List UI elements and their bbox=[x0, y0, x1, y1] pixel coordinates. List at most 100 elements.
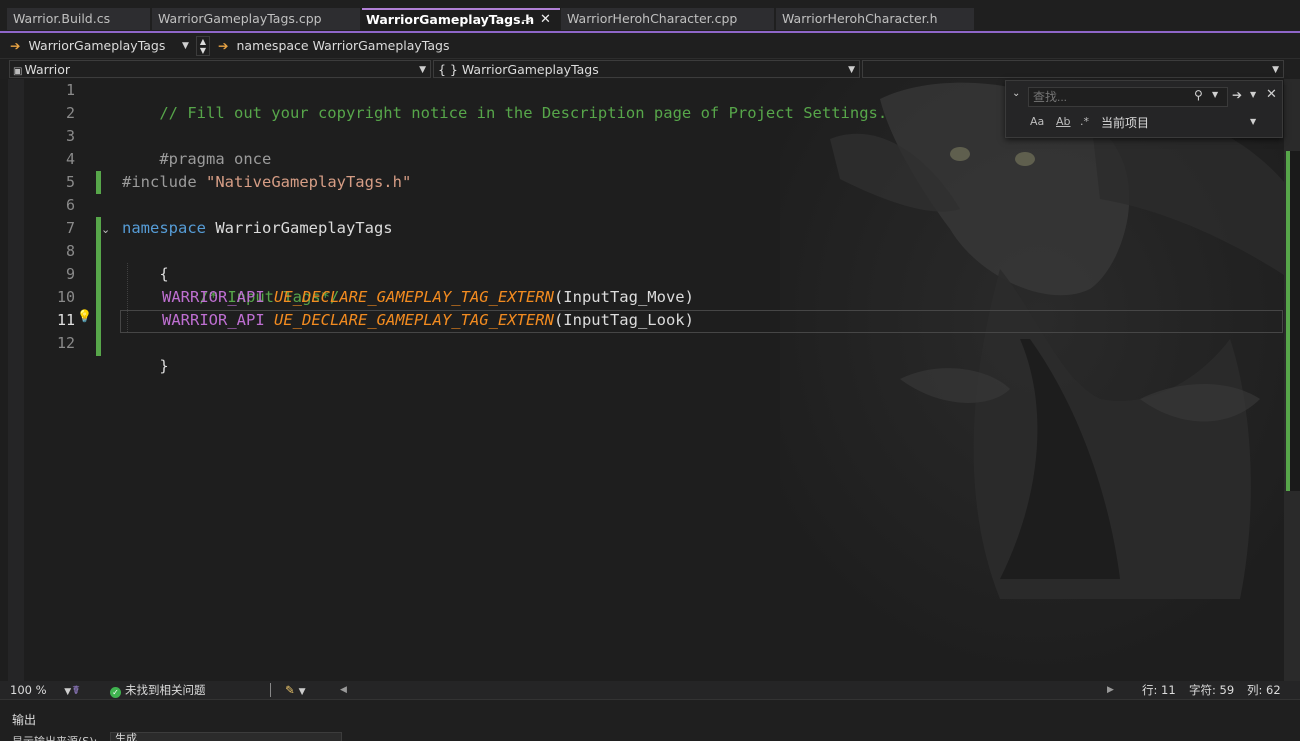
check-icon: ✓ bbox=[110, 687, 121, 698]
change-indicator bbox=[96, 171, 101, 194]
copilot-icon[interactable]: ☤ bbox=[72, 681, 80, 699]
code-line-12[interactable]: } bbox=[122, 332, 169, 401]
zoom-label: 100 % bbox=[10, 683, 47, 697]
project-icon: ▣ bbox=[13, 66, 23, 77]
search-icon[interactable]: ⚲ bbox=[1194, 88, 1203, 102]
tab-warrior-build-cs[interactable]: Warrior.Build.cs bbox=[7, 8, 150, 30]
issues-label: 未找到相关问题 bbox=[125, 683, 206, 697]
member-navigation: ▣ Warrior ▼ { } WarriorGameplayTags ▼ ▼ bbox=[0, 59, 1300, 79]
chevron-down-icon: ▼ bbox=[64, 687, 72, 697]
output-title: 输出 bbox=[12, 713, 37, 727]
vertical-scrollbar[interactable] bbox=[1284, 79, 1300, 681]
tab-warrior-gameplay-tags-cpp[interactable]: WarriorGameplayTags.cpp bbox=[152, 8, 360, 30]
line-number: 7 bbox=[65, 219, 75, 237]
tab-label: WarriorGameplayTags.h bbox=[366, 12, 535, 27]
project-label: Warrior bbox=[24, 62, 70, 77]
cleanup-icon[interactable]: ✎ ▼ bbox=[285, 681, 306, 701]
chevron-down-icon[interactable]: ▼ bbox=[1250, 117, 1256, 126]
member-dropdown[interactable]: ▼ bbox=[862, 60, 1284, 78]
code-line-11[interactable]: WARRIOR_API UE_DECLARE_GAMEPLAY_TAG_EXTE… bbox=[162, 309, 694, 332]
find-scope-dropdown[interactable]: 当前项目 bbox=[1101, 114, 1149, 131]
issues-indicator[interactable]: ✓ 未找到相关问题 bbox=[110, 681, 206, 699]
output-panel: 输出 显示输出来源(S): 生成 bbox=[0, 699, 1300, 741]
tab-label: WarriorHerohCharacter.h bbox=[782, 11, 938, 26]
line-number: 8 bbox=[65, 242, 75, 260]
navigation-bar: ➔ WarriorGameplayTags ▼ ▲ ▼ ➔ namespace War… bbox=[0, 33, 1300, 59]
regex-icon[interactable]: .* bbox=[1080, 115, 1089, 128]
code-line-5[interactable]: #include "NativeGameplayTags.h" bbox=[122, 171, 411, 194]
arguments: (InputTag_Move) bbox=[553, 288, 694, 306]
tab-label: Warrior.Build.cs bbox=[13, 11, 111, 26]
code-line-7[interactable]: namespace WarriorGameplayTags bbox=[122, 217, 393, 240]
chevron-down-icon: ▼ bbox=[848, 65, 855, 75]
match-case-icon[interactable]: Aa bbox=[1030, 115, 1044, 128]
line-number: 3 bbox=[65, 127, 75, 145]
scroll-left-icon[interactable]: ◀ bbox=[340, 681, 347, 699]
change-indicator bbox=[96, 217, 101, 356]
comment: // Fill out your copyright notice in the… bbox=[159, 104, 888, 122]
lightbulb-icon[interactable]: 💡 bbox=[77, 309, 92, 323]
char-indicator: 字符: 59 bbox=[1189, 683, 1235, 697]
code-editor[interactable]: 1 2 3 4 5 6 7 8 9 10 11 12 ⌄ 💡 // Fill o… bbox=[0, 79, 1300, 681]
whole-word-icon[interactable]: Ab bbox=[1056, 115, 1071, 128]
find-next-chevron-icon[interactable]: ▼ bbox=[1250, 90, 1256, 99]
close-icon[interactable]: ✕ bbox=[540, 10, 551, 29]
macro: WARRIOR_API bbox=[162, 311, 265, 329]
scope-dropdown-label: WarriorGameplayTags bbox=[28, 38, 166, 53]
scrollbar-thumb[interactable] bbox=[1286, 151, 1300, 491]
line-number: 2 bbox=[65, 104, 75, 122]
code-line-10[interactable]: WARRIOR_API UE_DECLARE_GAMEPLAY_TAG_EXTE… bbox=[162, 286, 694, 309]
preprocessor: #include bbox=[122, 173, 206, 191]
namespace-name: WarriorGameplayTags bbox=[206, 219, 393, 237]
tab-warrior-gameplay-tags-h[interactable]: WarriorGameplayTags.h ⊸ ✕ bbox=[362, 8, 560, 31]
editor-margin bbox=[8, 79, 24, 681]
line-number: 10 bbox=[56, 288, 75, 306]
pin-icon[interactable]: ⊸ bbox=[522, 11, 531, 30]
search-options-chevron-icon[interactable]: ▼ bbox=[1212, 90, 1218, 99]
chevron-down-icon: ▼ bbox=[182, 41, 189, 51]
line-number: 12 bbox=[56, 334, 75, 352]
line-number: 6 bbox=[65, 196, 75, 214]
divider bbox=[270, 683, 271, 697]
project-dropdown[interactable]: ▣ Warrior ▼ bbox=[9, 60, 431, 78]
tab-label: WarriorGameplayTags.cpp bbox=[158, 11, 322, 26]
tab-warrior-heroh-character-cpp[interactable]: WarriorHerohCharacter.cpp bbox=[561, 8, 774, 30]
scroll-right-icon[interactable]: ▶ bbox=[1107, 681, 1114, 699]
arrow-right-icon: ➔ bbox=[218, 38, 229, 53]
line-number: 5 bbox=[65, 173, 75, 191]
chevron-down-icon: ▼ bbox=[419, 65, 426, 75]
scope-member-dropdown[interactable]: { } WarriorGameplayTags ▼ bbox=[433, 60, 860, 78]
line-number: 4 bbox=[65, 150, 75, 168]
output-source-label: 显示输出来源(S): bbox=[12, 733, 97, 741]
line-number: 9 bbox=[65, 265, 75, 283]
scope-member-label: { } WarriorGameplayTags bbox=[438, 62, 599, 77]
scope-stepper[interactable]: ▲ ▼ bbox=[196, 36, 210, 56]
fold-chevron-icon[interactable]: ⌄ bbox=[101, 223, 110, 236]
line-number-current: 11 bbox=[56, 311, 75, 329]
find-next-icon[interactable]: ➔ bbox=[1232, 88, 1242, 102]
tab-label: WarriorHerohCharacter.cpp bbox=[567, 11, 738, 26]
breadcrumb-label: namespace WarriorGameplayTags bbox=[236, 38, 450, 53]
output-source-dropdown[interactable]: 生成 bbox=[110, 732, 342, 741]
string-literal: "NativeGameplayTags.h" bbox=[206, 173, 412, 191]
find-row: ⌄ ⚲ ▼ ➔ ▼ ✕ bbox=[1006, 85, 1284, 107]
editor-status-bar: 100 % ▼ ☤ ✓ 未找到相关问题 ✎ ▼ ◀ ▶ 行: 11 字符: 59 列… bbox=[0, 681, 1300, 699]
keyword: namespace bbox=[122, 219, 206, 237]
line-number: 1 bbox=[65, 81, 75, 99]
brace: } bbox=[159, 357, 169, 375]
function-macro: UE_DECLARE_GAMEPLAY_TAG_EXTERN bbox=[274, 311, 554, 329]
scope-dropdown[interactable]: ➔ WarriorGameplayTags ▼ bbox=[10, 36, 195, 56]
breadcrumb[interactable]: ➔ namespace WarriorGameplayTags bbox=[218, 36, 618, 56]
close-icon[interactable]: ✕ bbox=[1266, 87, 1277, 102]
arrow-right-icon: ➔ bbox=[10, 38, 21, 53]
chevron-down-icon[interactable]: ⌄ bbox=[1012, 88, 1020, 99]
column-indicator: 列: 62 bbox=[1247, 683, 1281, 697]
function-macro: UE_DECLARE_GAMEPLAY_TAG_EXTERN bbox=[274, 288, 554, 306]
find-options-row: Aa Ab .* 当前项目 ▼ bbox=[1006, 113, 1284, 133]
line-indicator: 行: 11 bbox=[1142, 683, 1176, 697]
preprocessor: #pragma once bbox=[159, 150, 272, 168]
document-tab-bar: Warrior.Build.cs WarriorGameplayTags.cpp… bbox=[0, 0, 1300, 33]
tab-warrior-heroh-character-h[interactable]: WarriorHerohCharacter.h bbox=[776, 8, 974, 30]
zoom-dropdown[interactable]: 100 % ▼ bbox=[10, 681, 71, 701]
macro: WARRIOR_API bbox=[162, 288, 265, 306]
